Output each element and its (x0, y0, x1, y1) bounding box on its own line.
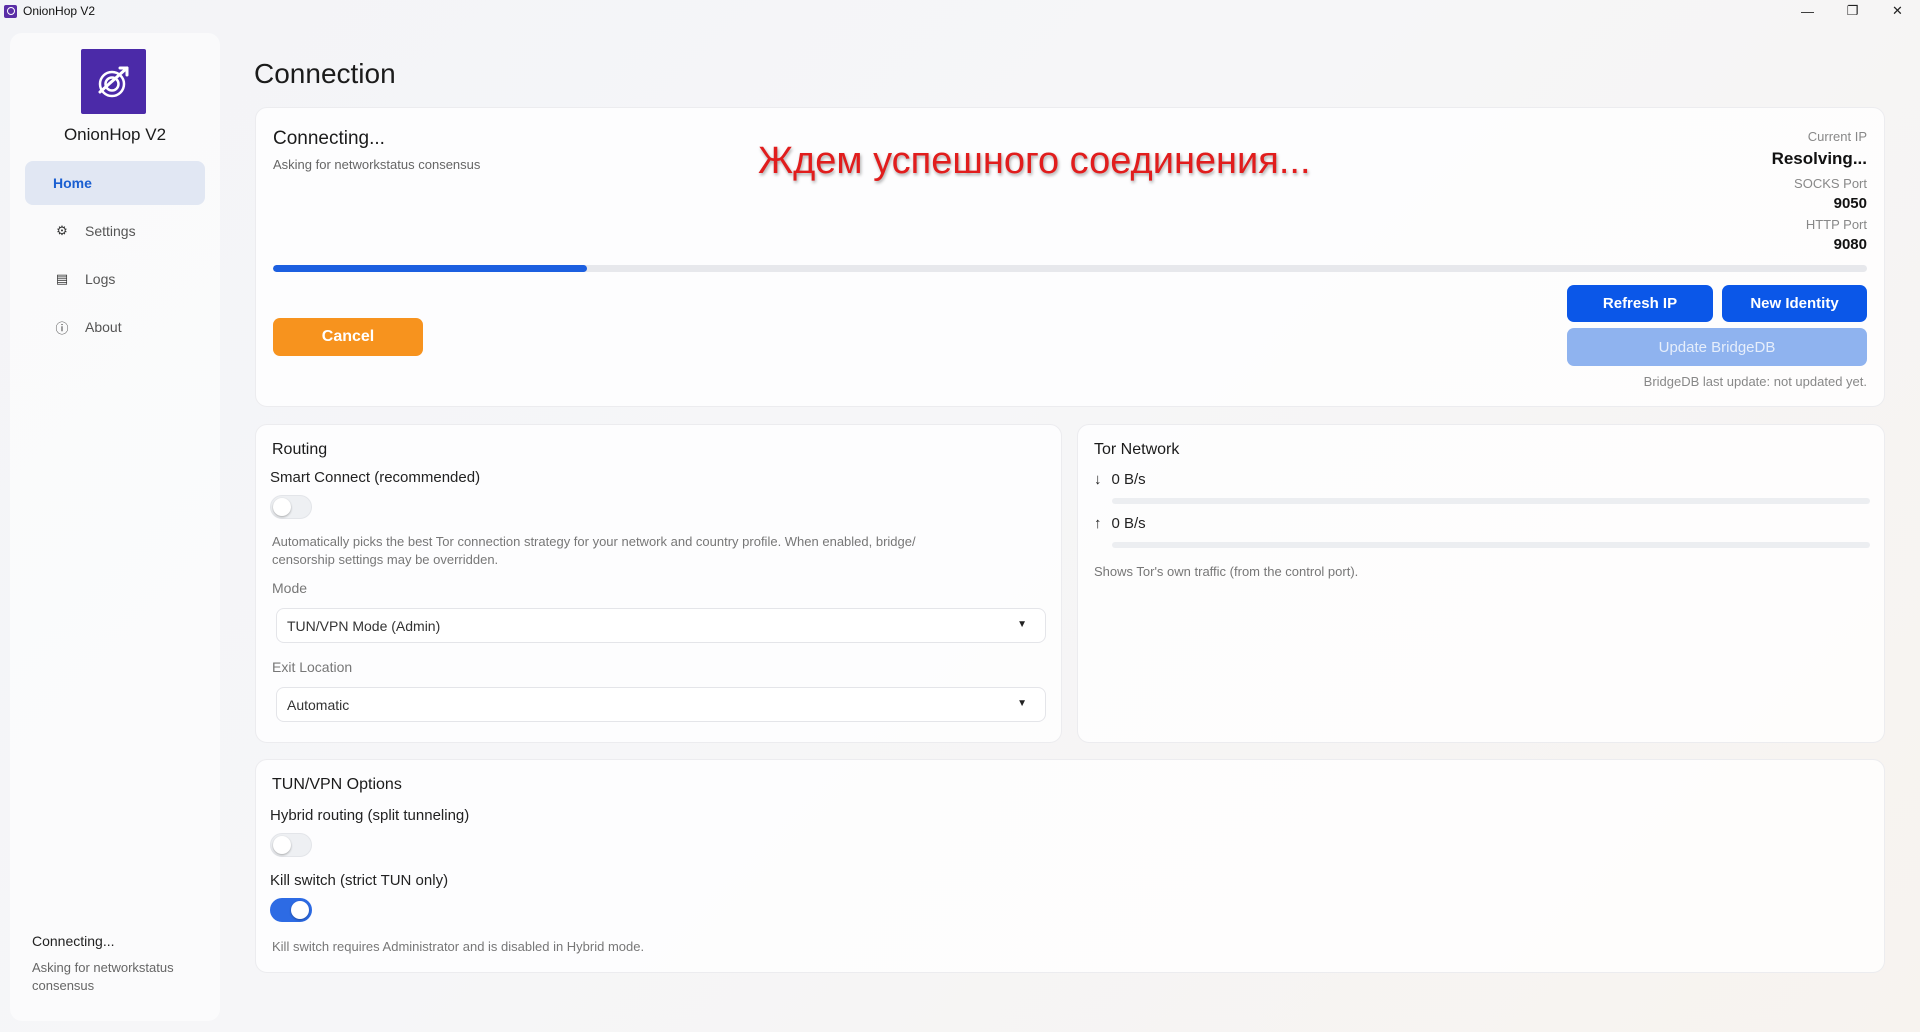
routing-title: Routing (272, 441, 328, 458)
smart-connect-label: Smart Connect (recommended) (270, 469, 481, 486)
close-button[interactable]: ✕ (1875, 0, 1920, 22)
download-speed-row: ↓ 0 B/s (1094, 471, 1146, 488)
smart-connect-description: Automatically picks the best Tor connect… (272, 533, 1052, 569)
socks-port-label: SOCKS Port (1794, 176, 1867, 191)
upload-speed-value: 0 B/s (1111, 515, 1146, 532)
sidebar-status-title: Connecting... (32, 933, 115, 949)
routing-card: Routing Smart Connect (recommended) Auto… (255, 424, 1062, 743)
upload-speed-bar (1112, 542, 1870, 548)
chevron-down-icon: ▼ (1017, 619, 1027, 630)
tun-options-title: TUN/VPN Options (272, 776, 402, 793)
sidebar-item-about[interactable]: ⓘ About (25, 305, 205, 349)
download-speed-value: 0 B/s (1111, 471, 1146, 488)
exit-location-label: Exit Location (272, 659, 353, 675)
page-title: Connection (254, 58, 396, 89)
connection-info: Current IP Resolving... SOCKS Port 9050 … (1772, 128, 1867, 257)
new-identity-button[interactable]: New Identity (1722, 285, 1867, 322)
connection-progress-bar (273, 265, 1867, 272)
sidebar-item-label: Settings (85, 223, 136, 239)
download-arrow-icon: ↓ (1094, 471, 1102, 488)
chevron-down-icon: ▼ (1017, 698, 1027, 709)
app-icon (4, 4, 17, 18)
upload-speed-row: ↑ 0 B/s (1094, 515, 1146, 532)
brand-name: OnionHop V2 (63, 125, 167, 144)
maximize-button[interactable]: ❐ (1830, 0, 1875, 22)
sidebar-item-settings[interactable]: ⚙ Settings (25, 209, 205, 253)
progress-fill (273, 265, 588, 272)
tor-traffic-note: Shows Tor's own traffic (from the contro… (1094, 564, 1359, 579)
sidebar-nav: Home ⚙ Settings ▤ Logs ⓘ About (25, 161, 205, 353)
exit-location-value: Automatic (287, 696, 350, 713)
download-speed-bar (1112, 498, 1870, 504)
sidebar-item-logs[interactable]: ▤ Logs (25, 257, 205, 301)
toggle-knob (291, 901, 309, 919)
upload-arrow-icon: ↑ (1094, 515, 1102, 532)
connection-detail: Asking for networkstatus consensus (273, 157, 481, 172)
socks-port-value: 9050 (1833, 195, 1867, 212)
http-port-label: HTTP Port (1805, 217, 1867, 232)
sidebar-item-home[interactable]: Home (25, 161, 205, 205)
hybrid-routing-toggle[interactable] (270, 833, 312, 857)
update-bridgedb-button[interactable]: Update BridgeDB (1567, 328, 1867, 366)
refresh-ip-button[interactable]: Refresh IP (1567, 285, 1713, 322)
mode-select[interactable]: TUN/VPN Mode (Admin) ▼ (276, 608, 1046, 643)
smart-connect-description-line-2: censorship settings may be overridden. (272, 552, 499, 567)
sidebar-item-label: About (85, 319, 122, 335)
current-ip-label: Current IP (1807, 129, 1867, 144)
bridgedb-last-update: BridgeDB last update: not updated yet. (1643, 374, 1867, 389)
info-icon: ⓘ (55, 320, 69, 336)
minimize-button[interactable]: — (1785, 0, 1830, 22)
tor-network-card: Tor Network ↓ 0 B/s ↑ 0 B/s Shows Tor's … (1077, 424, 1885, 743)
onion-logo-icon (98, 66, 128, 97)
cancel-button[interactable]: Cancel (273, 318, 423, 356)
current-ip-value: Resolving... (1771, 149, 1867, 168)
title-bar: OnionHop V2 — ❐ ✕ (0, 0, 1920, 22)
window-title: OnionHop V2 (23, 4, 96, 18)
kill-switch-toggle[interactable] (270, 898, 312, 922)
app-logo (81, 49, 146, 114)
kill-switch-note: Kill switch requires Administrator and i… (272, 939, 645, 954)
sidebar-status-detail: Asking for networkstatus consensus (32, 960, 174, 993)
smart-connect-toggle[interactable] (270, 495, 312, 519)
http-port-value: 9080 (1833, 236, 1867, 253)
sidebar: OnionHop V2 Home ⚙ Settings ▤ Logs ⓘ Abo… (10, 33, 220, 1021)
mode-label: Mode (272, 580, 308, 596)
list-icon: ▤ (55, 271, 69, 286)
toggle-knob (273, 498, 291, 516)
gear-icon: ⚙ (56, 223, 68, 238)
overlay-caption: Ждем успешного соединения... (758, 140, 1311, 182)
kill-switch-label: Kill switch (strict TUN only) (270, 872, 449, 889)
connection-card: Connecting... Asking for networkstatus c… (255, 107, 1885, 407)
toggle-knob (273, 836, 291, 854)
mode-select-value: TUN/VPN Mode (Admin) (287, 617, 441, 634)
sidebar-status: Connecting... Asking for networkstatus c… (32, 933, 207, 995)
hybrid-routing-label: Hybrid routing (split tunneling) (270, 807, 470, 824)
tor-network-title: Tor Network (1094, 441, 1180, 458)
sidebar-item-label: Logs (85, 271, 116, 287)
window-controls: — ❐ ✕ (1785, 0, 1920, 22)
tun-options-card: TUN/VPN Options Hybrid routing (split tu… (255, 759, 1885, 973)
exit-location-select[interactable]: Automatic ▼ (276, 687, 1046, 722)
smart-connect-description-line-1: Automatically picks the best Tor connect… (272, 534, 916, 549)
sidebar-item-label: Home (53, 175, 92, 191)
connection-status: Connecting... (273, 128, 385, 149)
